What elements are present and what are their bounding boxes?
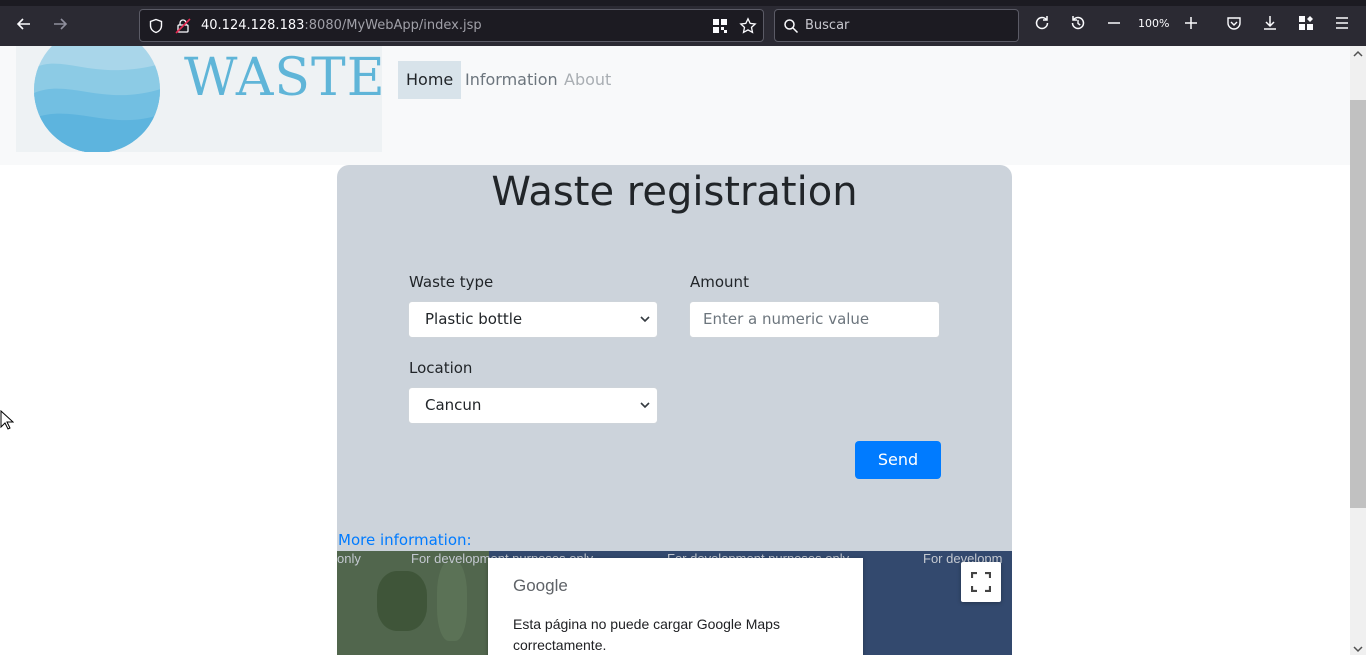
- history-icon: [1071, 16, 1085, 30]
- zoom-in-button[interactable]: [1181, 13, 1201, 33]
- app-menu-button[interactable]: [1332, 13, 1352, 33]
- back-button[interactable]: [12, 12, 36, 36]
- arrow-right-icon: [54, 18, 68, 30]
- search-placeholder: Buscar: [805, 18, 850, 33]
- scroll-down-arrow-icon[interactable]: [1353, 644, 1363, 654]
- url-text[interactable]: 40.124.128.183:8080/MyWebApp/index.jsp: [201, 18, 482, 33]
- map-terrain-patch: [377, 571, 427, 631]
- map-dev-watermark: only: [337, 551, 361, 566]
- url-bar[interactable]: 40.124.128.183:8080/MyWebApp/index.jsp: [139, 9, 764, 42]
- waste-logo[interactable]: WASTE: [16, 46, 382, 152]
- bookmark-star-icon[interactable]: [739, 17, 757, 35]
- nav-about-link[interactable]: About: [556, 61, 619, 99]
- search-icon: [784, 19, 799, 34]
- url-host: 40.124.128.183: [201, 18, 305, 33]
- plus-icon: [1185, 17, 1197, 29]
- fullscreen-icon: [971, 572, 991, 592]
- amount-label: Amount: [690, 273, 749, 291]
- arrow-left-icon: [16, 18, 30, 30]
- nav-information-link[interactable]: Information: [457, 61, 566, 99]
- site-navbar: WASTE Home Information About: [0, 46, 1350, 165]
- google-logo: Google: [513, 576, 568, 595]
- waste-type-label: Waste type: [409, 273, 494, 291]
- logo-text: WASTE: [184, 48, 382, 108]
- chevron-down-icon: [640, 316, 650, 323]
- map-terrain-patch: [437, 561, 467, 641]
- waves-logo-icon: [34, 46, 160, 152]
- google-map[interactable]: only For development purposes only For d…: [337, 551, 1012, 655]
- browser-toolbar: 40.124.128.183:8080/MyWebApp/index.jsp B…: [0, 0, 1366, 46]
- map-fullscreen-button[interactable]: [961, 562, 1001, 602]
- maps-error-message: Esta página no puede cargar Google Maps …: [513, 616, 780, 653]
- forward-button[interactable]: [48, 12, 72, 36]
- location-select[interactable]: Cancun: [408, 387, 658, 424]
- amount-input[interactable]: Enter a numeric value: [689, 301, 940, 338]
- shield-icon[interactable]: [148, 18, 164, 34]
- page-viewport: WASTE Home Information About Waste regis…: [0, 46, 1350, 655]
- reload-icon: [1035, 16, 1049, 30]
- history-button[interactable]: [1068, 13, 1088, 33]
- downloads-button[interactable]: [1260, 13, 1280, 33]
- zoom-level[interactable]: 100%: [1138, 17, 1169, 30]
- pocket-icon: [1227, 17, 1241, 30]
- download-icon: [1264, 16, 1276, 30]
- scroll-up-arrow-icon[interactable]: [1353, 49, 1363, 59]
- amount-placeholder: Enter a numeric value: [703, 310, 870, 328]
- reload-button[interactable]: [1032, 13, 1052, 33]
- waste-type-select[interactable]: Plastic bottle: [408, 301, 658, 338]
- mouse-cursor-icon: [0, 410, 14, 430]
- waste-type-value: Plastic bottle: [425, 310, 523, 328]
- chevron-down-icon: [640, 402, 650, 409]
- url-path: :8080/MyWebApp/index.jsp: [304, 18, 482, 33]
- more-information-link[interactable]: More information:: [338, 531, 472, 549]
- search-bar[interactable]: Buscar: [774, 9, 1019, 42]
- pocket-button[interactable]: [1224, 13, 1244, 33]
- waste-registration-card: Waste registration Waste type Plastic bo…: [337, 165, 1012, 551]
- send-button[interactable]: Send: [855, 441, 941, 479]
- tab-strip-edge: [0, 0, 1366, 6]
- hamburger-menu-icon: [1336, 17, 1348, 29]
- form-title: Waste registration: [491, 169, 858, 215]
- insecure-lock-icon[interactable]: [175, 18, 191, 34]
- extensions-grid-icon: [1299, 16, 1313, 30]
- location-label: Location: [409, 359, 473, 377]
- location-value: Cancun: [425, 396, 482, 414]
- extensions-button[interactable]: [1296, 13, 1316, 33]
- maps-error-dialog: Google Esta página no puede cargar Googl…: [488, 558, 863, 655]
- nav-home-link[interactable]: Home: [398, 61, 462, 99]
- qr-code-icon[interactable]: [712, 18, 728, 34]
- minus-icon: [1108, 22, 1120, 24]
- scrollbar-thumb[interactable]: [1350, 100, 1366, 508]
- zoom-out-button[interactable]: [1104, 13, 1124, 33]
